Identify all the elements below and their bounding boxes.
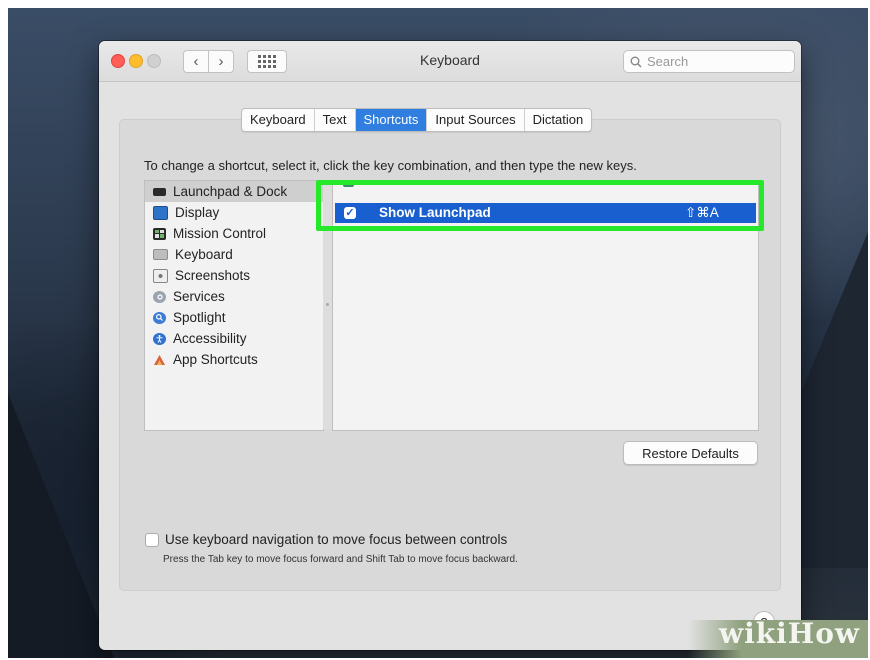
keyboard-icon [153, 249, 168, 260]
category-item-accessibility[interactable]: Accessibility [145, 328, 323, 349]
category-label: Services [173, 289, 225, 304]
search-icon [630, 56, 642, 68]
title-bar: ‹ › Keyboard Search [99, 41, 801, 82]
category-label: Screenshots [175, 268, 251, 283]
keyboard-navigation-checkbox[interactable] [145, 532, 159, 547]
instructions-text: To change a shortcut, select it, click t… [144, 158, 637, 173]
category-item-display[interactable]: Display [145, 202, 323, 223]
spotlight-icon [153, 311, 166, 324]
category-item-services[interactable]: Services [145, 286, 323, 307]
tab-text[interactable]: Text [315, 109, 356, 131]
search-placeholder: Search [647, 54, 689, 69]
tab-shortcuts[interactable]: Shortcuts [355, 109, 428, 131]
mission-control-icon [153, 227, 166, 240]
category-item-spotlight[interactable]: Spotlight [145, 307, 323, 328]
tab-input-sources[interactable]: Input Sources [427, 109, 525, 131]
tab-bar: Keyboard Text Shortcuts Input Sources Di… [241, 108, 593, 132]
keyboard-navigation-option[interactable]: Use keyboard navigation to move focus be… [145, 532, 507, 547]
display-icon [153, 205, 168, 220]
category-label: Mission Control [173, 226, 267, 241]
tab-dictation[interactable]: Dictation [525, 109, 592, 131]
category-label: Accessibility [173, 331, 247, 346]
category-item-keyboard[interactable]: Keyboard [145, 244, 323, 265]
screenshots-icon [153, 268, 168, 283]
keyboard-navigation-label: Use keyboard navigation to move focus be… [165, 532, 508, 547]
category-label: App Shortcuts [173, 352, 258, 367]
keyboard-preferences-window: ‹ › Keyboard Search Keyboard Text Shortc… [99, 41, 801, 650]
tab-keyboard[interactable]: Keyboard [242, 109, 315, 131]
category-item-launchpad-dock[interactable]: Launchpad & Dock [145, 181, 323, 202]
accessibility-icon [153, 332, 166, 345]
category-item-app-shortcuts[interactable]: App Shortcuts [145, 349, 323, 370]
desktop-wallpaper: ‹ › Keyboard Search Keyboard Text Shortc… [8, 8, 868, 658]
services-icon [153, 290, 166, 303]
category-label: Spotlight [173, 310, 226, 325]
category-item-screenshots[interactable]: Screenshots [145, 265, 323, 286]
category-label: Launchpad & Dock [173, 184, 288, 199]
wikihow-watermark: wikiHow [718, 617, 860, 650]
category-label: Display [175, 205, 220, 220]
app-shortcuts-icon [153, 354, 166, 366]
keyboard-navigation-hint: Press the Tab key to move focus forward … [163, 554, 518, 565]
category-item-mission-control[interactable]: Mission Control [145, 223, 323, 244]
search-field[interactable]: Search [623, 50, 795, 73]
restore-defaults-button[interactable]: Restore Defaults [623, 441, 758, 465]
category-label: Keyboard [175, 247, 233, 262]
category-list: Launchpad & Dock Display Mission Control… [144, 180, 324, 431]
launchpad-dock-icon [153, 187, 166, 196]
annotation-highlight-box [316, 180, 764, 231]
